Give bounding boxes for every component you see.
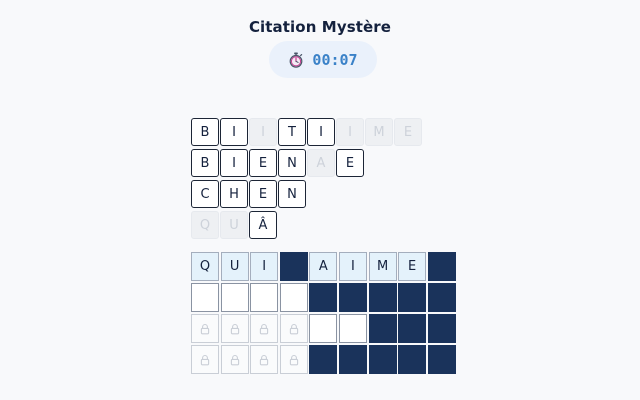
grid-cell-blocked <box>398 314 427 343</box>
stopwatch-icon <box>290 52 303 68</box>
grid-cell-empty[interactable] <box>279 283 308 312</box>
lock-icon <box>289 323 298 334</box>
grid-cell-filled[interactable]: Q <box>191 252 219 281</box>
lock-icon <box>200 354 210 365</box>
grid-cell-blocked <box>368 314 397 343</box>
letter-tile[interactable]: I <box>307 118 335 146</box>
lock-icon <box>200 323 210 334</box>
grid-cell-blocked <box>309 283 338 312</box>
letter-tile[interactable]: B <box>191 118 219 146</box>
grid-cell-blocked <box>427 314 456 343</box>
grid-cell-blocked <box>338 283 367 312</box>
letter-tile[interactable]: I <box>220 118 248 146</box>
source-row: CHEN <box>191 180 307 208</box>
grid-cell-blocked <box>427 283 456 312</box>
grid-cell-filled[interactable]: I <box>338 252 367 281</box>
letter-tile[interactable]: N <box>278 149 306 177</box>
grid-cell-locked <box>250 314 279 343</box>
lock-icon <box>230 354 239 365</box>
grid-cell-blocked <box>398 345 427 374</box>
source-row: BIENAE <box>191 149 365 177</box>
lock-icon <box>260 323 269 334</box>
letter-tile: Q <box>191 211 219 239</box>
grid-cell-blocked <box>398 283 427 312</box>
lock-icon <box>260 354 269 365</box>
letter-tile[interactable]: E <box>249 149 277 177</box>
grid-row: QUIAIME <box>191 252 458 281</box>
grid-cell-locked <box>279 345 308 374</box>
grid-cell-empty[interactable] <box>309 314 338 343</box>
letter-tile: A <box>307 149 335 177</box>
letter-tile[interactable]: E <box>336 149 364 177</box>
grid-cell-empty[interactable] <box>250 283 279 312</box>
letter-tile: I <box>336 118 364 146</box>
lock-icon <box>289 354 298 365</box>
grid-cell-locked <box>191 314 219 343</box>
grid-cell-empty[interactable] <box>338 314 367 343</box>
grid-cell-empty[interactable] <box>220 283 249 312</box>
source-row: QUÂ <box>191 211 278 239</box>
grid-row <box>191 283 458 312</box>
letter-tile[interactable]: E <box>249 180 277 208</box>
letter-tile: I <box>249 118 277 146</box>
grid-cell-empty[interactable] <box>191 283 219 312</box>
grid-cell-filled[interactable]: E <box>398 252 427 281</box>
grid-cell-locked <box>279 314 308 343</box>
grid-cell-locked <box>220 314 249 343</box>
answer-grid: QUIAIME <box>191 252 458 376</box>
grid-cell-blocked <box>427 345 456 374</box>
letter-tile[interactable]: T <box>278 118 306 146</box>
letter-tile: U <box>220 211 248 239</box>
timer: 00:07 <box>269 41 377 78</box>
letter-tile[interactable]: H <box>220 180 248 208</box>
grid-cell-locked <box>220 345 249 374</box>
grid-row <box>191 314 458 343</box>
timer-value: 00:07 <box>312 50 358 69</box>
page-title: Citation Mystère <box>248 18 392 36</box>
grid-cell-locked <box>250 345 279 374</box>
letter-tile[interactable]: Â <box>249 211 277 239</box>
grid-cell-blocked <box>309 345 338 374</box>
grid-cell-blocked <box>368 345 397 374</box>
letter-tile[interactable]: I <box>220 149 248 177</box>
grid-cell-filled[interactable]: M <box>368 252 397 281</box>
letter-tile[interactable]: B <box>191 149 219 177</box>
grid-cell-blocked <box>427 252 456 281</box>
grid-cell-filled[interactable]: A <box>309 252 338 281</box>
lock-icon <box>230 323 239 334</box>
letter-tile: M <box>365 118 393 146</box>
letter-tile: E <box>394 118 422 146</box>
letter-tile[interactable]: C <box>191 180 219 208</box>
grid-cell-filled[interactable]: U <box>220 252 249 281</box>
grid-cell-blocked <box>279 252 308 281</box>
letter-tile[interactable]: N <box>278 180 306 208</box>
grid-row <box>191 345 458 374</box>
grid-cell-filled[interactable]: I <box>250 252 279 281</box>
source-row: BIITIIME <box>191 118 423 146</box>
grid-cell-locked <box>191 345 219 374</box>
grid-cell-blocked <box>368 283 397 312</box>
grid-cell-blocked <box>338 345 367 374</box>
